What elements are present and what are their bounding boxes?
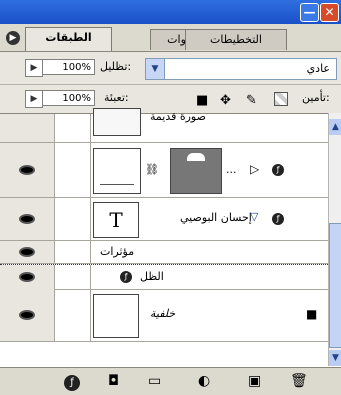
scroll-thumb[interactable] — [329, 223, 341, 348]
tab-row: ▶ الطبقات قنوات التخطيطات — [0, 24, 341, 52]
layer-thumbnail — [93, 108, 141, 136]
expand-triangle-icon[interactable]: ▷ — [250, 162, 259, 176]
close-button[interactable]: ✕ — [320, 3, 339, 22]
lock-position-icon[interactable]: ✥ — [220, 93, 231, 108]
lock-icon: ■ — [306, 307, 318, 321]
trash-icon[interactable]: 🗑 — [290, 373, 308, 389]
effects-label: مؤثرات — [100, 245, 135, 258]
layer-row[interactable]: صورة قديمة — [0, 108, 328, 143]
eye-icon[interactable] — [19, 272, 35, 282]
eye-icon[interactable] — [19, 310, 35, 320]
fill-slider-arrow[interactable]: ▶ — [25, 90, 43, 108]
chevron-down-icon[interactable]: ▼ — [146, 59, 165, 79]
layer-name: صورة قديمة — [150, 110, 206, 123]
blend-mode-select[interactable]: ▼ عادي — [145, 58, 337, 80]
layers-scrollbar[interactable]: ▲ ▼ — [328, 113, 341, 366]
lock-transparency-icon[interactable] — [274, 92, 288, 106]
new-layer-icon[interactable]: ▣ — [248, 373, 261, 389]
adjustment-layer-icon[interactable]: ◐ — [198, 373, 210, 389]
fx-icon: ƒ — [120, 271, 132, 283]
fx-icon: ƒ — [272, 213, 284, 225]
layer-mask-thumbnail — [170, 148, 222, 194]
fill-field[interactable]: 100% — [42, 90, 95, 106]
scroll-up-button[interactable]: ▲ — [329, 119, 341, 135]
text-layer-thumbnail: T — [93, 202, 139, 238]
add-mask-icon[interactable]: ◘ — [108, 373, 119, 389]
tab-layers[interactable]: الطبقات — [25, 27, 112, 51]
eye-icon[interactable] — [19, 165, 35, 175]
layer-name: إحسان البوصيي — [180, 211, 252, 224]
opacity-label: تظليل: — [100, 60, 132, 73]
blend-mode-value: عادي — [306, 62, 330, 75]
effect-name: الظل — [140, 270, 164, 283]
fill-label: تعبئة: — [104, 91, 129, 104]
layers-panel: — ✕ ▶ الطبقات قنوات التخطيطات ▶ 100% تظل… — [0, 0, 341, 395]
layer-name: خلفية — [150, 307, 176, 320]
layer-thumbnail — [93, 294, 139, 338]
title-bar: — ✕ — [0, 0, 341, 24]
layer-style-icon[interactable]: ƒ — [64, 373, 80, 391]
minimize-button[interactable]: — — [300, 3, 319, 22]
collapse-triangle-icon[interactable]: ▽ — [250, 210, 258, 223]
opacity-slider-arrow[interactable]: ▶ — [25, 59, 43, 77]
opacity-field[interactable]: 100% — [42, 59, 95, 75]
tab-paths[interactable]: التخطيطات — [185, 29, 287, 50]
lock-all-icon[interactable]: ■ — [196, 93, 208, 108]
layer-mask-dots: ... — [226, 163, 237, 176]
eye-icon[interactable] — [19, 214, 35, 224]
blend-row: ▶ 100% تظليل: ▼ عادي — [0, 52, 341, 85]
layer-row[interactable]: خلفية ■ — [0, 289, 328, 342]
eye-icon[interactable] — [19, 247, 35, 257]
layers-list: صورة قديمة ⛓ ... ▷ ƒ T إحسان البوصيي ▽ ƒ… — [0, 108, 341, 367]
scroll-down-button[interactable]: ▼ — [329, 350, 341, 366]
panel-menu-icon[interactable]: ▶ — [6, 31, 20, 45]
effects-row[interactable]: مؤثرات — [0, 241, 328, 264]
layer-row[interactable]: T إحسان البوصيي ▽ ƒ — [0, 198, 328, 241]
effect-row[interactable]: ƒ الظل — [0, 264, 328, 290]
new-group-icon[interactable]: ▭ — [148, 373, 161, 389]
lock-label: تأمين: — [302, 91, 330, 104]
lock-pixels-icon[interactable]: ✎ — [246, 93, 257, 108]
bottom-toolbar: ƒ ◘ ▭ ◐ ▣ 🗑 — [0, 367, 341, 395]
layer-row[interactable]: ⛓ ... ▷ ƒ — [0, 143, 328, 198]
link-chain-icon[interactable]: ⛓ — [145, 163, 159, 176]
fx-icon: ƒ — [272, 164, 284, 176]
layer-thumbnail — [93, 148, 141, 194]
